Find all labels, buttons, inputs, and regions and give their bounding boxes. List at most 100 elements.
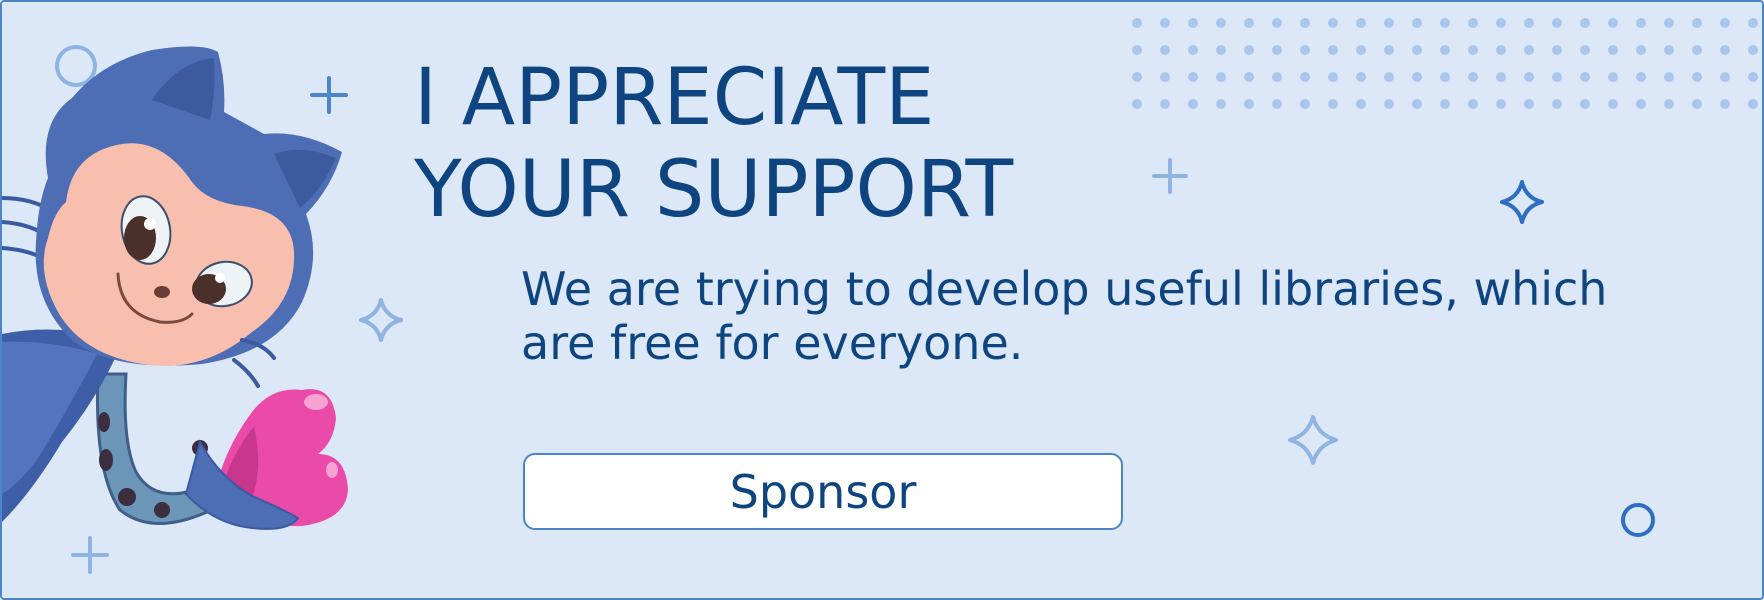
grid-dot bbox=[1300, 18, 1310, 28]
grid-dot bbox=[1496, 99, 1506, 109]
grid-dot bbox=[1160, 18, 1170, 28]
grid-dot bbox=[1608, 72, 1618, 82]
grid-dot bbox=[1244, 72, 1254, 82]
banner-message: We are trying to develop useful librarie… bbox=[521, 262, 1641, 370]
grid-dot bbox=[1692, 18, 1702, 28]
grid-dot bbox=[1384, 72, 1394, 82]
heading-line-2: YOUR SUPPORT bbox=[414, 145, 1014, 235]
grid-dot bbox=[1356, 99, 1366, 109]
grid-dot bbox=[1160, 99, 1170, 109]
grid-dot bbox=[1720, 45, 1730, 55]
heading-line-1: I APPRECIATE bbox=[414, 53, 935, 143]
four-point-star-icon bbox=[1500, 180, 1544, 224]
grid-dot bbox=[1496, 18, 1506, 28]
grid-dot bbox=[1272, 99, 1282, 109]
grid-dot bbox=[1272, 18, 1282, 28]
grid-dot bbox=[1524, 18, 1534, 28]
grid-dot bbox=[1440, 18, 1450, 28]
four-point-star-icon bbox=[359, 298, 403, 342]
grid-dot bbox=[1552, 99, 1562, 109]
grid-dot bbox=[1216, 18, 1226, 28]
grid-dot bbox=[1580, 99, 1590, 109]
grid-dot bbox=[1244, 45, 1254, 55]
grid-dot bbox=[1720, 18, 1730, 28]
grid-dot bbox=[1496, 45, 1506, 55]
grid-dot bbox=[1272, 45, 1282, 55]
grid-dot bbox=[1216, 72, 1226, 82]
grid-dot bbox=[1580, 45, 1590, 55]
plus-icon bbox=[71, 536, 109, 574]
grid-dot bbox=[1160, 72, 1170, 82]
grid-dot bbox=[1664, 45, 1674, 55]
grid-dot bbox=[1132, 45, 1142, 55]
grid-dot bbox=[1720, 72, 1730, 82]
circle-outline-icon bbox=[1621, 503, 1655, 537]
grid-dot bbox=[1524, 99, 1534, 109]
grid-dot bbox=[1608, 18, 1618, 28]
grid-dot bbox=[1636, 99, 1646, 109]
grid-dot bbox=[1468, 18, 1478, 28]
grid-dot bbox=[1468, 99, 1478, 109]
grid-dot bbox=[1132, 18, 1142, 28]
grid-dot bbox=[1664, 18, 1674, 28]
message-line-2: are free for everyone. bbox=[521, 316, 1024, 370]
grid-dot bbox=[1328, 45, 1338, 55]
grid-dot bbox=[1636, 18, 1646, 28]
dot-grid-pattern bbox=[1132, 18, 1758, 109]
grid-dot bbox=[1412, 99, 1422, 109]
grid-dot bbox=[1664, 72, 1674, 82]
sponsor-banner: I APPRECIATE YOUR SUPPORT We are trying … bbox=[0, 0, 1764, 600]
grid-dot bbox=[1580, 18, 1590, 28]
grid-dot bbox=[1748, 18, 1758, 28]
grid-dot bbox=[1608, 99, 1618, 109]
grid-dot bbox=[1468, 72, 1478, 82]
grid-dot bbox=[1356, 18, 1366, 28]
grid-dot bbox=[1748, 45, 1758, 55]
plus-icon bbox=[1152, 158, 1188, 194]
grid-dot bbox=[1412, 45, 1422, 55]
grid-dot bbox=[1524, 45, 1534, 55]
grid-dot bbox=[1188, 99, 1198, 109]
grid-dot bbox=[1384, 45, 1394, 55]
grid-dot bbox=[1524, 72, 1534, 82]
grid-dot bbox=[1412, 72, 1422, 82]
grid-dot bbox=[1188, 45, 1198, 55]
grid-dot bbox=[1356, 72, 1366, 82]
sponsor-button[interactable]: Sponsor bbox=[523, 453, 1123, 530]
grid-dot bbox=[1384, 18, 1394, 28]
grid-dot bbox=[1412, 18, 1422, 28]
grid-dot bbox=[1300, 45, 1310, 55]
grid-dot bbox=[1552, 72, 1562, 82]
grid-dot bbox=[1216, 45, 1226, 55]
grid-dot bbox=[1552, 18, 1562, 28]
grid-dot bbox=[1272, 72, 1282, 82]
heart-icon bbox=[184, 389, 348, 530]
grid-dot bbox=[1552, 45, 1562, 55]
grid-dot bbox=[1244, 18, 1254, 28]
grid-dot bbox=[1160, 45, 1170, 55]
grid-dot bbox=[1328, 72, 1338, 82]
grid-dot bbox=[1440, 99, 1450, 109]
grid-dot bbox=[1692, 99, 1702, 109]
grid-dot bbox=[1440, 45, 1450, 55]
grid-dot bbox=[1748, 72, 1758, 82]
grid-dot bbox=[1328, 18, 1338, 28]
grid-dot bbox=[1580, 72, 1590, 82]
grid-dot bbox=[1356, 45, 1366, 55]
grid-dot bbox=[1692, 72, 1702, 82]
grid-dot bbox=[1692, 45, 1702, 55]
grid-dot bbox=[1440, 72, 1450, 82]
plus-icon bbox=[310, 76, 348, 114]
grid-dot bbox=[1188, 72, 1198, 82]
four-point-star-icon bbox=[1288, 415, 1338, 465]
grid-dot bbox=[1300, 99, 1310, 109]
grid-dot bbox=[1244, 99, 1254, 109]
grid-dot bbox=[1132, 99, 1142, 109]
grid-dot bbox=[1748, 99, 1758, 109]
grid-dot bbox=[1300, 72, 1310, 82]
circle-outline-icon bbox=[55, 45, 97, 87]
grid-dot bbox=[1384, 99, 1394, 109]
grid-dot bbox=[1720, 99, 1730, 109]
message-line-1: We are trying to develop useful librarie… bbox=[521, 262, 1608, 316]
grid-dot bbox=[1188, 18, 1198, 28]
